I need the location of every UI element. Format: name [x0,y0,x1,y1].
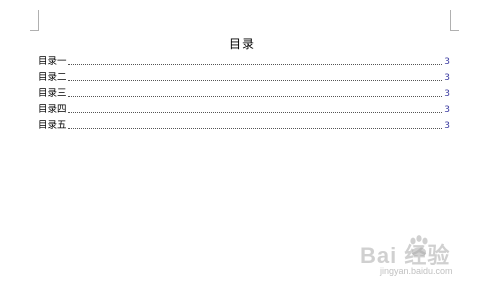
toc-entry-label: 目录一 [38,56,67,67]
toc-title: 目录 [228,37,255,51]
toc-entry-label: 目录四 [38,104,67,115]
toc-entry-label: 目录二 [38,72,67,83]
toc-leader-dots [67,96,442,97]
toc-entry-label: 目录三 [38,88,67,99]
toc-entry-page: 3 [444,105,450,115]
toc-entry[interactable]: 目录三 3 [38,84,450,100]
document-page: 目录 目录一 3 目录二 3 目录三 3 目录四 3 目录五 3 Bai 经验 [0,0,500,288]
toc-list: 目录一 3 目录二 3 目录三 3 目录四 3 目录五 3 [38,52,450,132]
toc-entry-page: 3 [444,57,450,67]
toc-entry-page: 3 [444,89,450,99]
toc-leader-dots [67,80,442,81]
toc-entry[interactable]: 目录五 3 [38,116,450,132]
toc-entry-page: 3 [444,73,450,83]
page-corner-mark-top-left [30,10,39,31]
watermark-url: jingyan.baidu.com [380,266,453,276]
toc-entry[interactable]: 目录一 3 [38,52,450,68]
paw-icon [410,235,428,256]
toc-entry-label: 目录五 [38,120,67,131]
toc-leader-dots [67,64,442,65]
toc-leader-dots [67,128,442,129]
toc-entry[interactable]: 目录二 3 [38,68,450,84]
baidu-jingyan-watermark: Bai 经验 jingyan.baidu.com [360,232,494,284]
toc-entry[interactable]: 目录四 3 [38,100,450,116]
toc-entry-page: 3 [444,121,450,131]
toc-leader-dots [67,112,442,113]
page-corner-mark-top-right [450,10,459,31]
